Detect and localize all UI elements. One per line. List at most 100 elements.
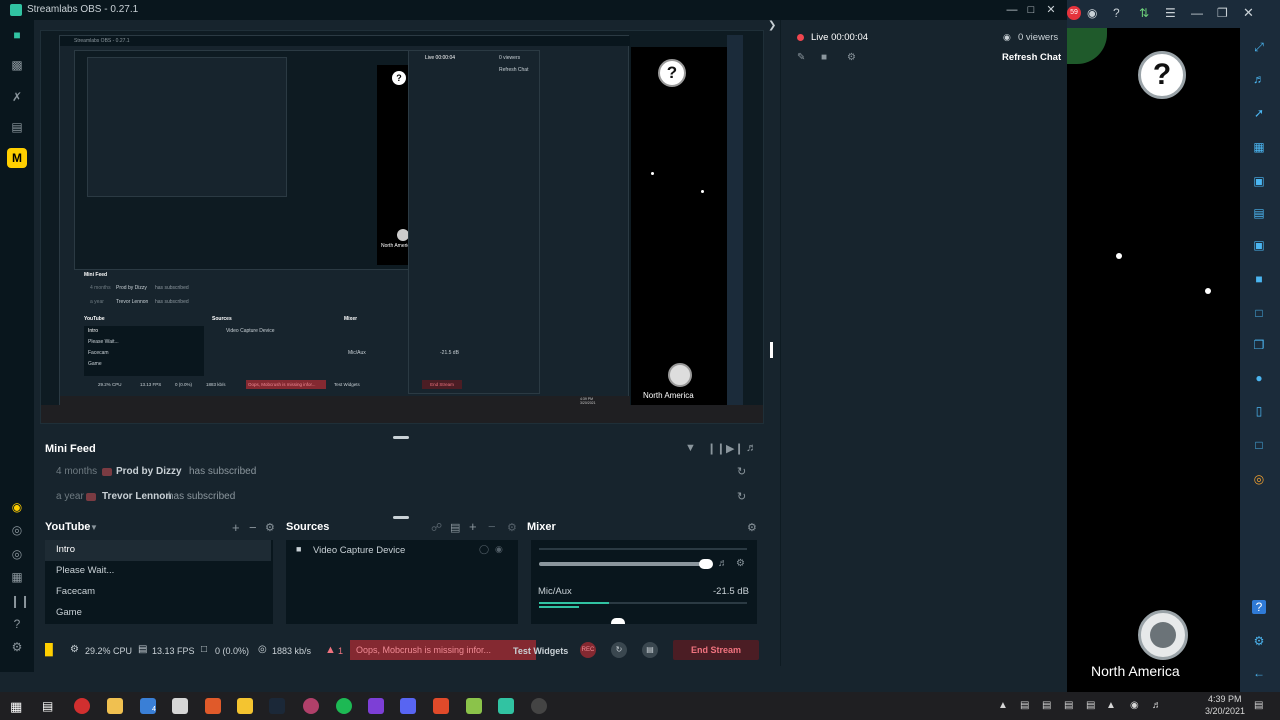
stream-preview[interactable]: Streamlabs OBS - 0.27.1 ? North America …: [40, 30, 764, 424]
link-icon[interactable]: ☍: [431, 521, 442, 534]
selective-recording-icon[interactable]: ▤: [642, 642, 658, 658]
file-explorer-icon[interactable]: [107, 698, 123, 714]
macro-icon[interactable]: ◎: [1252, 472, 1266, 486]
chevron-up-icon[interactable]: ▲: [998, 700, 1008, 711]
editor-icon[interactable]: ■: [10, 28, 24, 42]
eco-mode-icon[interactable]: □: [1252, 438, 1266, 452]
back-arrow-icon[interactable]: ←: [1252, 666, 1266, 680]
help-icon[interactable]: ?: [1252, 600, 1266, 614]
clock-time[interactable]: 4:39 PM: [1208, 694, 1242, 704]
record-button[interactable]: REC: [580, 642, 596, 658]
help-question-icon[interactable]: ?: [1138, 51, 1186, 99]
notifications-icon[interactable]: ▤: [1254, 700, 1263, 711]
minimize-icon[interactable]: —: [1003, 2, 1021, 18]
tray-icon[interactable]: ▤: [1086, 700, 1095, 711]
scene-collection-title[interactable]: YouTube: [45, 521, 90, 533]
help-icon[interactable]: ?: [1113, 6, 1120, 20]
prime-icon[interactable]: ◉: [10, 500, 24, 514]
store-icon[interactable]: [172, 698, 188, 714]
mixer-settings-gear-icon[interactable]: ⚙: [747, 521, 757, 534]
scene-item-please-wait[interactable]: Please Wait...: [45, 561, 271, 582]
mobcrush-icon[interactable]: M: [7, 148, 27, 168]
chat-settings-gear-icon[interactable]: ⚙: [847, 52, 856, 63]
panel-resize-handle[interactable]: [770, 342, 773, 358]
folder-icon[interactable]: □: [1252, 306, 1266, 320]
refresh-chat-button[interactable]: Refresh Chat: [1002, 52, 1061, 63]
keyboard-icon[interactable]: ▦: [1252, 140, 1266, 154]
scene-item-intro[interactable]: Intro: [45, 540, 271, 561]
end-stream-button[interactable]: End Stream: [673, 640, 759, 660]
add-scene-icon[interactable]: +: [232, 520, 240, 535]
layout-icon[interactable]: ▦: [10, 570, 24, 584]
install-apk-icon[interactable]: ▣: [1252, 174, 1266, 188]
warning-icon[interactable]: ▲: [325, 644, 336, 656]
volume-icon[interactable]: ♬: [1152, 700, 1162, 711]
alert-message[interactable]: Oops, Mobcrush is missing infor...: [350, 640, 536, 660]
settings-gear-icon[interactable]: ⚙: [1252, 634, 1266, 648]
edit-stream-info-icon[interactable]: ✎: [797, 52, 805, 63]
spotify-icon[interactable]: [336, 698, 352, 714]
obs-icon[interactable]: [531, 698, 547, 714]
chevron-right-icon[interactable]: ❯: [768, 20, 776, 31]
minimize-icon[interactable]: —: [1191, 6, 1203, 20]
add-folder-icon[interactable]: ▤: [450, 521, 460, 534]
scene-item-game[interactable]: Game: [45, 603, 271, 624]
scene-item-facecam[interactable]: Facecam: [45, 582, 271, 603]
skip-icon[interactable]: ▶❙: [726, 442, 744, 455]
maximize-icon[interactable]: □: [1022, 2, 1040, 18]
source-item-video-capture[interactable]: Video Capture Device: [313, 545, 405, 556]
store-icon[interactable]: ▤: [10, 120, 24, 134]
cloudbot-icon[interactable]: ◎: [10, 547, 24, 561]
multi-instance-icon[interactable]: ❐: [1252, 338, 1266, 352]
notification-badge[interactable]: 59: [1067, 6, 1081, 20]
steam-icon[interactable]: [269, 698, 285, 714]
speaker-icon[interactable]: ♬: [718, 558, 728, 569]
pause-icon[interactable]: ❙❙: [707, 442, 725, 455]
recorder-icon[interactable]: [433, 698, 449, 714]
add-source-icon[interactable]: +: [469, 519, 477, 534]
pointer-icon[interactable]: ➚: [1252, 106, 1266, 120]
repeat-icon[interactable]: ↻: [737, 465, 746, 478]
test-widgets-button[interactable]: Test Widgets: [513, 646, 568, 656]
repeat-icon[interactable]: ↻: [737, 490, 746, 503]
volume-icon[interactable]: ♬: [746, 442, 757, 454]
bluestacks-icon[interactable]: [466, 698, 482, 714]
clock-date[interactable]: 3/20/2021: [1205, 706, 1245, 716]
mic-slider-handle[interactable]: [611, 618, 625, 624]
office-icon[interactable]: [205, 698, 221, 714]
close-icon[interactable]: ✕: [1243, 5, 1254, 21]
volume-icon[interactable]: ♬: [1252, 72, 1266, 86]
visibility-eye-icon[interactable]: ◉: [495, 544, 503, 555]
opera-icon[interactable]: [74, 698, 90, 714]
remove-source-icon[interactable]: −: [488, 519, 496, 534]
task-view-icon[interactable]: ▤: [42, 699, 53, 713]
help-icon[interactable]: ?: [10, 617, 24, 631]
resize-handle[interactable]: [393, 516, 409, 519]
fullscreen-icon[interactable]: ⤢: [1252, 40, 1266, 54]
close-icon[interactable]: ✕: [1042, 2, 1060, 18]
tray-icon[interactable]: ▤: [1042, 700, 1051, 711]
slider-handle[interactable]: [699, 559, 713, 569]
chevron-down-icon[interactable]: ▼: [90, 523, 98, 532]
menu-icon[interactable]: ☰: [1165, 6, 1176, 20]
twitch-icon[interactable]: [368, 698, 384, 714]
lock-icon[interactable]: ◯: [479, 544, 489, 555]
theme-library-icon[interactable]: ▩: [10, 58, 24, 72]
performance-chart-icon[interactable]: █: [45, 644, 53, 656]
media-icon[interactable]: ▤: [1252, 206, 1266, 220]
record-icon[interactable]: ■: [1252, 272, 1266, 286]
source-settings-gear-icon[interactable]: ⚙: [507, 521, 517, 534]
tools-icon[interactable]: ✗: [10, 90, 24, 104]
windows-start-icon[interactable]: ▦: [10, 699, 22, 715]
updates-icon[interactable]: ⇅: [1139, 6, 1149, 20]
desktop-volume-slider[interactable]: [539, 562, 709, 566]
audio-gear-icon[interactable]: ⚙: [736, 558, 745, 569]
tray-icon[interactable]: ▤: [1064, 700, 1073, 711]
scene-settings-gear-icon[interactable]: ⚙: [265, 521, 275, 534]
remove-scene-icon[interactable]: −: [249, 520, 257, 535]
network-icon[interactable]: ▲: [1106, 700, 1116, 711]
wifi-icon[interactable]: ◉: [1130, 700, 1139, 711]
location-icon[interactable]: ●: [1252, 371, 1266, 385]
restore-icon[interactable]: ❐: [1217, 6, 1228, 20]
studio-mode-icon[interactable]: ❙❙: [10, 594, 30, 608]
